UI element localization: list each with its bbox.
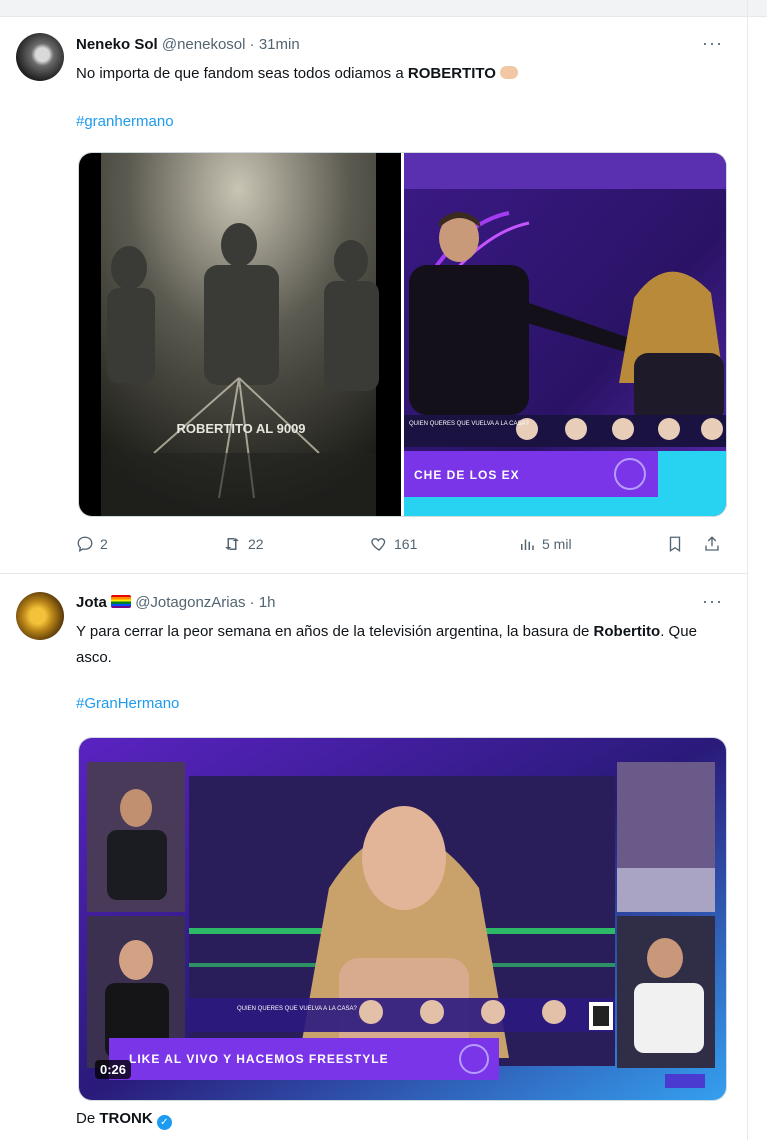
tweet-text-bold: ROBERTITO (407, 65, 496, 82)
source-attribution[interactable]: De TRONK ✓ (76, 1110, 172, 1130)
user-name[interactable]: Jota (76, 594, 107, 611)
separator: · (249, 594, 255, 611)
avatar[interactable] (16, 33, 64, 81)
media-caption: ROBERTITO AL 9009 (176, 421, 305, 436)
like-icon (371, 538, 386, 551)
tweet-1[interactable]: Neneko Sol @nenekosol · 31min ··· No imp… (0, 17, 747, 572)
tweet-text-plain: No importa de que fandom seas todos odia… (76, 65, 408, 82)
hand-emoji-icon (500, 66, 519, 79)
timestamp[interactable]: 1h (259, 594, 276, 611)
views-count: 5 mil (542, 536, 572, 552)
more-icon[interactable]: ··· (702, 33, 723, 54)
media-images: ROBERTITO AL 9009 QUIEN QUERES QUE VUELV… (79, 153, 726, 516)
retweet-button[interactable]: 22 (222, 535, 264, 553)
tweet-header: Jota @JotagonzArias · 1h (76, 593, 276, 613)
more-icon[interactable]: ··· (702, 591, 723, 612)
source-name[interactable]: TRONK (99, 1110, 152, 1127)
separator: · (249, 36, 255, 53)
bookmark-icon (669, 536, 681, 553)
rainbow-flag-icon (111, 595, 132, 608)
timestamp[interactable]: 31min (259, 36, 300, 53)
hashtag-link[interactable]: #granhermano (76, 113, 174, 130)
ticker-text: CHE DE LOS EX (414, 468, 520, 482)
verified-icon: ✓ (156, 1115, 172, 1130)
like-count: 161 (394, 536, 418, 552)
tweet-text-plain: Y para cerrar la peor semana en años de … (76, 623, 594, 640)
reply-button[interactable]: 2 (76, 535, 108, 553)
tweet-2[interactable]: Jota @JotagonzArias · 1h ··· Y para cerr… (0, 575, 747, 1140)
share-button[interactable] (703, 535, 721, 553)
tweet-text: No importa de que fandom seas todos odia… (76, 61, 726, 87)
video-frame: QUIEN QUERES QUE VUELVA A LA CASA? LIKE … (79, 738, 726, 1100)
bookmark-button[interactable] (666, 535, 684, 553)
top-bar (0, 0, 767, 17)
video-timestamp: 0:26 (95, 1060, 132, 1079)
avatar[interactable] (16, 592, 64, 640)
ticker-text: LIKE AL VIVO Y HACEMOS FREESTYLE (129, 1052, 389, 1066)
user-handle[interactable]: @nenekosol (162, 36, 246, 53)
like-button[interactable]: 161 (370, 535, 417, 553)
retweet-count: 22 (248, 536, 264, 552)
tweet-header: Neneko Sol @nenekosol · 31min (76, 35, 300, 55)
share-icon (705, 536, 719, 551)
source-label: De (76, 1110, 100, 1127)
banner-text: QUIEN QUERES QUE VUELVA A LA CASA? (409, 421, 529, 427)
views-button[interactable]: 5 mil (518, 535, 572, 553)
banner-text: QUIEN QUERES QUE VUELVA A LA CASA? (237, 1006, 357, 1012)
tweet-divider (0, 573, 747, 574)
reply-count: 2 (100, 536, 108, 552)
views-icon (521, 539, 534, 550)
hashtag-link[interactable]: #GranHermano (76, 695, 179, 712)
tweet-text-bold: Robertito (593, 623, 661, 640)
tweet-video[interactable]: QUIEN QUERES QUE VUELVA A LA CASA? LIKE … (78, 737, 727, 1101)
tweet-text: Y para cerrar la peor semana en años de … (76, 619, 726, 671)
tweet-actions: 2 22 161 5 mil (76, 535, 726, 555)
user-name[interactable]: Neneko Sol (76, 36, 158, 53)
retweet-icon (225, 538, 239, 550)
tweet-media[interactable]: ROBERTITO AL 9009 QUIEN QUERES QUE VUELV… (78, 152, 727, 517)
reply-icon (77, 536, 93, 553)
user-handle[interactable]: @JotagonzArias (135, 594, 245, 611)
timeline-border (747, 0, 748, 1140)
